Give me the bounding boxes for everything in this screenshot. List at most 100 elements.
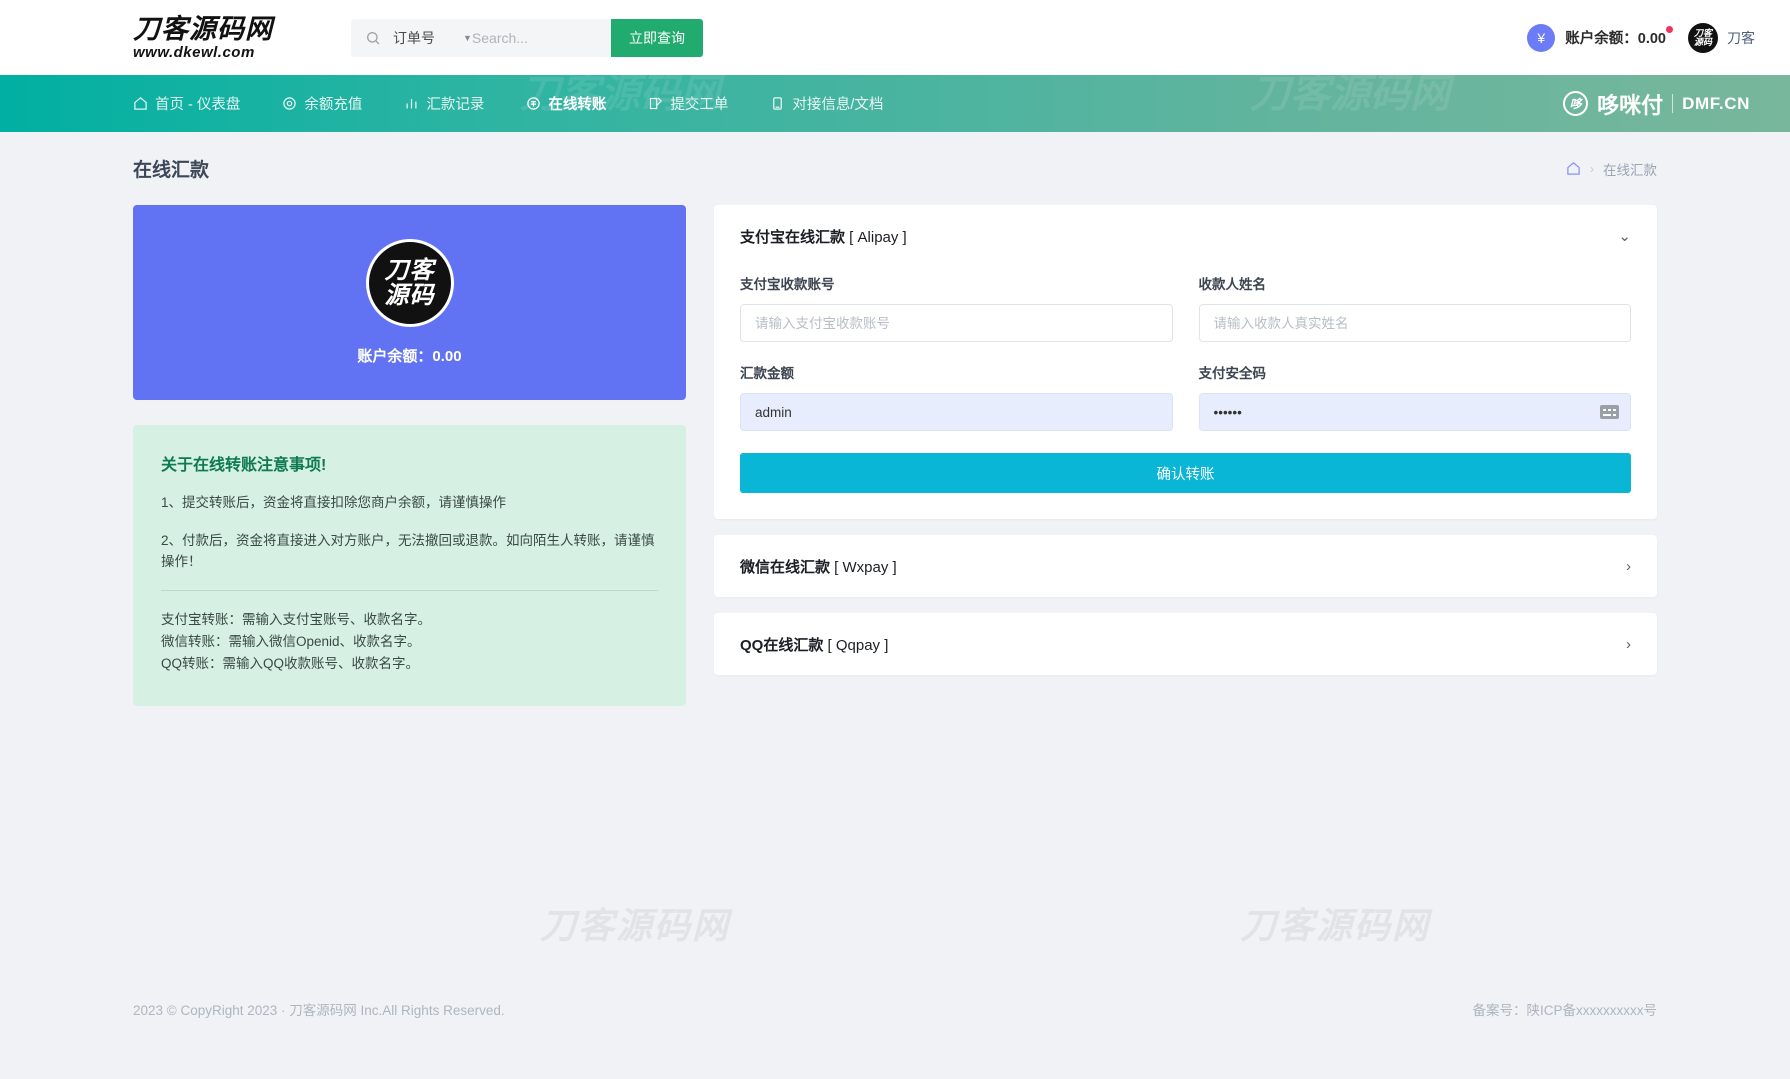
- panel-alipay-header[interactable]: 支付宝在线汇款 [ Alipay ] ⌄: [714, 205, 1657, 267]
- notice-sub-1: 支付宝转账：需输入支付宝账号、收款名字。: [161, 611, 431, 627]
- panel-alipay-title-en: [ Alipay ]: [845, 228, 907, 246]
- search-type-value: 订单号: [393, 29, 435, 46]
- alipay-account-input[interactable]: [740, 304, 1173, 342]
- top-bar-right: ¥ 账户余额：0.00 刀客 源码 刀客: [1527, 22, 1755, 53]
- notice-heading: 关于在线转账注意事项!: [161, 457, 327, 474]
- panel-alipay-title-cn: 支付宝在线汇款: [740, 228, 846, 246]
- breadcrumb-separator: ›: [1590, 161, 1594, 176]
- footer-copyright: 2023 © CopyRight 2023 · 刀客源码网 Inc.All Ri…: [133, 1002, 505, 1018]
- chevron-right-icon[interactable]: ›: [1626, 558, 1631, 575]
- field-alipay-account-label: 支付宝收款账号: [740, 277, 835, 292]
- page-content: 刀客 源码 账户余额：0.00 关于在线转账注意事项! 1、提交转账后，资金将直…: [0, 205, 1790, 706]
- alipay-payee-input[interactable]: [1198, 304, 1631, 342]
- panel-qqpay-header[interactable]: QQ在线汇款 [ Qqpay ] ›: [714, 613, 1657, 675]
- balance-card-logo: 刀客 源码: [365, 239, 454, 327]
- partner-logo: 哆 哆咪付 DMF.CN: [1563, 88, 1750, 120]
- nav-item-docs-label: 对接信息/文档: [792, 97, 884, 113]
- partner-logo-icon: 哆: [1563, 91, 1589, 116]
- balance-card-logo-line-1: 刀客: [384, 256, 435, 284]
- site-logo-url: www.dkewl.com: [133, 43, 255, 61]
- nav-item-docs[interactable]: 对接信息/文档: [770, 93, 883, 114]
- user-menu[interactable]: 刀客 源码 刀客: [1688, 22, 1755, 53]
- balance-card-amount: 账户余额：0.00: [357, 348, 462, 365]
- main-navigation: 刀客源码网 刀客源码网 首页 - 仪表盘 余额充值 汇款记录 在线转账 提交工单…: [0, 75, 1790, 132]
- nav-item-transfer[interactable]: 在线转账: [526, 93, 606, 114]
- page-container: 在线汇款 › 在线汇款 刀客 源码 账户余额：0.00 关于在线转账注意事项! …: [0, 132, 1790, 1040]
- home-icon: [134, 97, 147, 110]
- nav-item-recharge[interactable]: 余额充值: [282, 93, 362, 114]
- book-icon: [773, 97, 783, 110]
- nav-item-transfer-label: 在线转账: [548, 97, 607, 113]
- panel-qqpay-title-cn: QQ在线汇款: [740, 636, 824, 654]
- panel-wxpay-header[interactable]: 微信在线汇款 [ Wxpay ] ›: [714, 535, 1657, 597]
- yuan-icon: ¥: [1527, 23, 1556, 52]
- home-icon[interactable]: [1566, 161, 1581, 176]
- partner-logo-cn: 哆咪付: [1597, 92, 1664, 118]
- field-alipay-paycode: 支付安全码: [1198, 362, 1631, 431]
- field-alipay-payee-label: 收款人姓名: [1198, 277, 1267, 292]
- panel-alipay-title: 支付宝在线汇款 [ Alipay ]: [740, 226, 907, 247]
- nav-item-ticket[interactable]: 提交工单: [648, 93, 728, 114]
- search-bar: 订单号 ▼ 立即查询: [351, 18, 703, 57]
- watermark-right: 刀客源码网: [1240, 905, 1431, 946]
- search-box: 订单号 ▼: [351, 18, 611, 57]
- panel-wxpay: 微信在线汇款 [ Wxpay ] ›: [714, 535, 1657, 597]
- field-alipay-paycode-label: 支付安全码: [1198, 366, 1267, 381]
- site-logo[interactable]: 刀客源码网 www.dkewl.com: [133, 13, 333, 61]
- search-type-select[interactable]: 订单号 ▼: [393, 28, 472, 48]
- account-balance-label: 账户余额：0.00: [1565, 31, 1666, 47]
- logo-divider: [1672, 94, 1674, 113]
- notice-panel: 关于在线转账注意事项! 1、提交转账后，资金将直接扣除您商户余额，请谨慎操作 2…: [133, 425, 686, 706]
- breadcrumb-current: 在线汇款: [1603, 162, 1657, 178]
- alert-dot-badge: [1666, 25, 1673, 33]
- nav-item-dashboard[interactable]: 首页 - 仪表盘: [133, 93, 240, 114]
- footer-icp: 备案号：陕ICP备xxxxxxxxxx号: [1472, 1002, 1657, 1018]
- panel-alipay-body: 支付宝收款账号 收款人姓名 汇款金额 支付安全码: [714, 267, 1657, 519]
- edit-icon: [650, 97, 663, 110]
- notice-sub-2: 微信转账：需输入微信Openid、收款名字。: [161, 634, 421, 650]
- field-alipay-amount-label: 汇款金额: [740, 366, 794, 381]
- field-alipay-account: 支付宝收款账号: [740, 273, 1173, 342]
- nav-item-dashboard-label: 首页 - 仪表盘: [155, 97, 241, 113]
- balance-card: 刀客 源码 账户余额：0.00: [133, 205, 686, 400]
- target-icon: [283, 97, 297, 110]
- panel-qqpay: QQ在线汇款 [ Qqpay ] ›: [714, 613, 1657, 675]
- keyboard-icon[interactable]: [1600, 405, 1619, 419]
- user-name: 刀客: [1727, 29, 1755, 46]
- search-input[interactable]: [471, 18, 576, 57]
- nav-watermark-right: 刀客源码网: [1250, 75, 1450, 116]
- chevron-right-icon[interactable]: ›: [1626, 636, 1631, 653]
- watermark-left: 刀客源码网: [540, 905, 731, 946]
- coin-icon: [527, 97, 541, 110]
- nav-item-recharge-label: 余额充值: [304, 97, 363, 113]
- page-title: 在线汇款: [133, 160, 210, 181]
- nav-items: 首页 - 仪表盘 余额充值 汇款记录 在线转账 提交工单 对接信息/文档: [133, 93, 883, 114]
- search-submit-button[interactable]: 立即查询: [611, 18, 703, 57]
- nav-item-records-label: 汇款记录: [426, 97, 485, 113]
- notice-item-2: 2、付款后，资金将直接进入对方账户，无法撤回或退款。如向陌生人转账，请谨慎操作！: [161, 532, 655, 569]
- chevron-down-icon[interactable]: ⌄: [1618, 227, 1631, 245]
- avatar-line-2: 源码: [1693, 36, 1712, 47]
- panel-qqpay-title: QQ在线汇款 [ Qqpay ]: [740, 634, 888, 655]
- nav-item-ticket-label: 提交工单: [670, 97, 729, 113]
- panel-wxpay-title: 微信在线汇款 [ Wxpay ]: [740, 556, 897, 577]
- panel-qqpay-title-en: [ Qqpay ]: [823, 636, 889, 654]
- search-icon: [367, 31, 380, 44]
- left-column: 刀客 源码 账户余额：0.00 关于在线转账注意事项! 1、提交转账后，资金将直…: [133, 205, 686, 706]
- alipay-amount-input[interactable]: [740, 393, 1173, 431]
- page-header: 在线汇款 › 在线汇款: [0, 132, 1790, 205]
- alipay-paycode-wrapper: [1198, 393, 1631, 431]
- notice-divider: [161, 589, 658, 591]
- breadcrumb: › 在线汇款: [1566, 159, 1657, 179]
- right-column: 支付宝在线汇款 [ Alipay ] ⌄ 支付宝收款账号 收款人姓名: [714, 205, 1657, 691]
- alipay-paycode-input[interactable]: [1198, 393, 1631, 431]
- avatar: 刀客 源码: [1688, 22, 1718, 53]
- confirm-transfer-button[interactable]: 确认转账: [740, 453, 1631, 493]
- panel-wxpay-title-en: [ Wxpay ]: [830, 558, 897, 576]
- nav-item-records[interactable]: 汇款记录: [404, 93, 484, 114]
- partner-logo-en: DMF.CN: [1682, 93, 1750, 113]
- balance-card-logo-line-2: 源码: [384, 282, 435, 309]
- account-balance[interactable]: ¥ 账户余额：0.00: [1527, 23, 1673, 52]
- site-logo-main: 刀客源码网: [133, 13, 273, 44]
- alipay-form-grid: 支付宝收款账号 收款人姓名 汇款金额 支付安全码: [740, 273, 1631, 451]
